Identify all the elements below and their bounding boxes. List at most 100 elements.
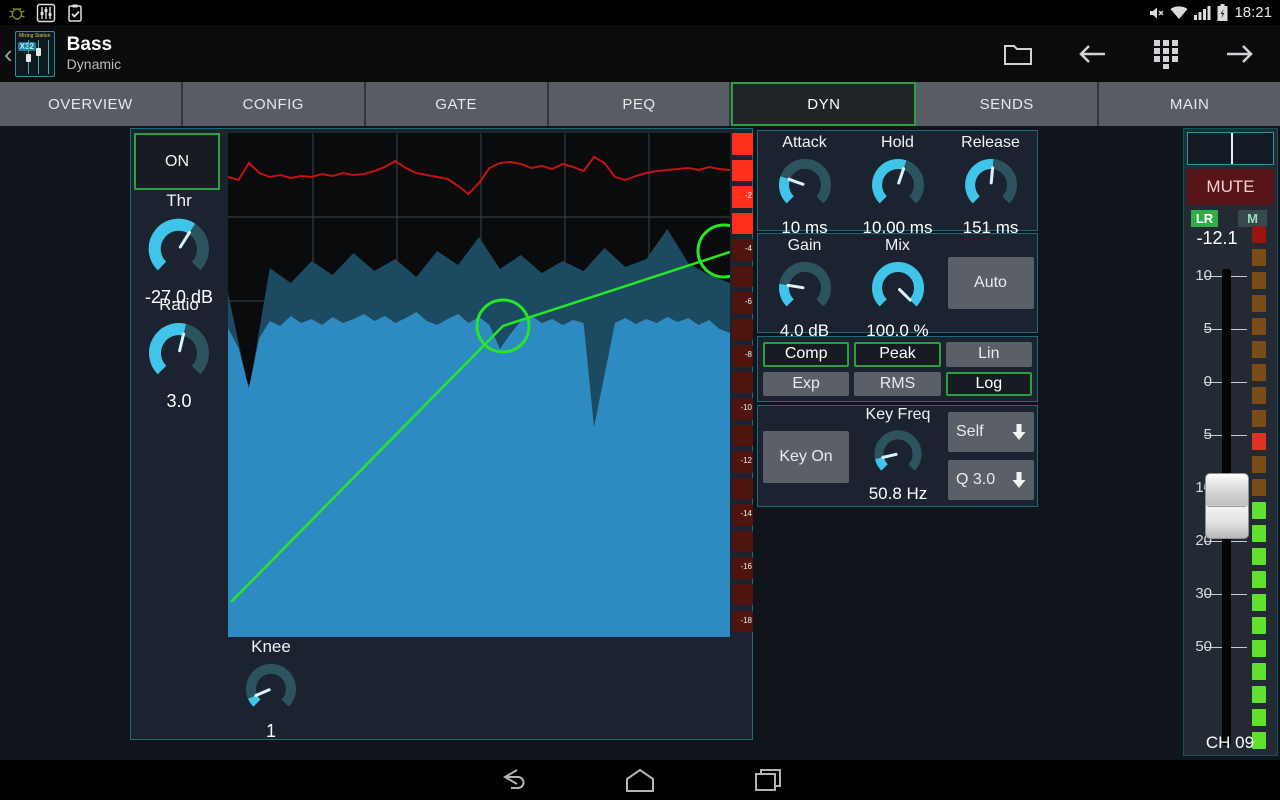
gain-reduction-meter: -2-4-6-8-10-12-14-16-18 bbox=[732, 133, 753, 637]
key-freq-knob[interactable] bbox=[868, 424, 928, 484]
key-section: Key On Key Freq 50.8 Hz Self Q 3.0 bbox=[757, 405, 1038, 507]
level-meter-segment bbox=[1252, 525, 1266, 542]
mode-button-peak[interactable]: Peak bbox=[854, 342, 940, 367]
auto-time-button[interactable]: Auto bbox=[948, 257, 1034, 309]
nav-home-button[interactable] bbox=[623, 764, 657, 796]
knee-value: 1 bbox=[266, 721, 276, 742]
release-knob-block: Release 151 ms bbox=[944, 131, 1037, 230]
gr-meter-segment bbox=[732, 584, 753, 606]
hold-knob[interactable] bbox=[865, 152, 931, 218]
tab-bar: OVERVIEWCONFIGGATEPEQDYNSENDSMAIN bbox=[0, 82, 1280, 126]
ratio-knob[interactable] bbox=[141, 315, 217, 391]
release-knob[interactable] bbox=[958, 152, 1024, 218]
mute-button[interactable]: MUTE bbox=[1187, 169, 1274, 205]
level-meter-segment bbox=[1252, 479, 1266, 496]
app-icon-fader-cap bbox=[26, 54, 31, 62]
app-icon-fader-cap bbox=[36, 48, 41, 56]
mode-button-log[interactable]: Log bbox=[946, 372, 1032, 397]
mono-assign-badge[interactable]: M bbox=[1238, 210, 1267, 227]
hold-label: Hold bbox=[881, 134, 914, 152]
mix-knob[interactable] bbox=[865, 255, 931, 321]
level-meter-segment bbox=[1252, 410, 1266, 427]
tab-gate[interactable]: GATE bbox=[366, 82, 549, 126]
ratio-label: Ratio bbox=[159, 295, 199, 315]
key-on-button[interactable]: Key On bbox=[763, 431, 849, 483]
chevron-down-icon bbox=[1012, 423, 1026, 441]
gr-meter-segment: -8 bbox=[732, 345, 753, 367]
gain-knob[interactable] bbox=[772, 255, 838, 321]
gr-meter-tick-label: -10 bbox=[740, 404, 752, 412]
prev-channel-button[interactable] bbox=[1070, 34, 1114, 74]
clock: 18:21 bbox=[1234, 4, 1272, 21]
tab-sends[interactable]: SENDS bbox=[916, 82, 1099, 126]
mode-button-exp[interactable]: Exp bbox=[763, 372, 849, 397]
attack-knob-block: Attack 10 ms bbox=[758, 131, 851, 230]
app-icon-fader-line bbox=[38, 40, 39, 74]
gr-meter-segment: -2 bbox=[732, 186, 753, 208]
level-meter-segment bbox=[1252, 318, 1266, 335]
channel-fader-strip: MUTE LR M -12.1 1050510203050 CH 09 bbox=[1183, 128, 1278, 756]
release-label: Release bbox=[961, 134, 1020, 152]
mix-knob-block: Mix 100.0 % bbox=[851, 234, 944, 332]
lr-assign-badge[interactable]: LR bbox=[1191, 210, 1218, 227]
level-meter-segment bbox=[1252, 594, 1266, 611]
nav-recents-button[interactable] bbox=[751, 764, 785, 796]
key-q-dropdown[interactable]: Q 3.0 bbox=[948, 460, 1034, 500]
knee-knob[interactable] bbox=[239, 657, 303, 721]
mode-buttons-section: CompPeakLin ExpRMSLog bbox=[757, 336, 1038, 402]
gr-meter-tick-label: -12 bbox=[740, 457, 752, 465]
ratio-knob-block: Ratio 3.0 bbox=[131, 295, 227, 412]
knee-knob-block: Knee 1 bbox=[221, 637, 321, 742]
auto-cell: Auto bbox=[944, 234, 1037, 332]
attack-knob[interactable] bbox=[772, 152, 838, 218]
gain-label: Gain bbox=[788, 237, 822, 255]
ratio-value: 3.0 bbox=[166, 391, 191, 412]
app-icon[interactable]: Mixing Station X32 bbox=[15, 31, 55, 77]
level-meter-segment bbox=[1252, 249, 1266, 266]
gr-meter-segment: -12 bbox=[732, 451, 753, 473]
level-meter-segment bbox=[1252, 341, 1266, 358]
app-icon-fader-line bbox=[48, 40, 49, 74]
dyn-on-button[interactable]: ON bbox=[134, 133, 220, 190]
fader-scale-label: 10 bbox=[1186, 267, 1212, 284]
tab-dyn[interactable]: DYN bbox=[731, 82, 916, 126]
key-source-dropdown[interactable]: Self bbox=[948, 412, 1034, 452]
key-freq-label: Key Freq bbox=[866, 406, 931, 424]
hold-knob-block: Hold 10.00 ms bbox=[851, 131, 944, 230]
gain-mix-section: Gain 4.0 dB Mix 100.0 % Auto bbox=[757, 233, 1038, 333]
key-freq-value: 50.8 Hz bbox=[869, 484, 928, 503]
mode-button-rms[interactable]: RMS bbox=[854, 372, 940, 397]
screen: 18:21 ‹ Mixing Station X32 Bass Dynamic bbox=[0, 0, 1280, 800]
folder-button[interactable] bbox=[996, 34, 1040, 74]
gr-meter-tick-label: -16 bbox=[740, 563, 752, 571]
level-meter-segment bbox=[1252, 387, 1266, 404]
channel-number: CH 09 bbox=[1190, 733, 1270, 753]
tab-peq[interactable]: PEQ bbox=[549, 82, 732, 126]
tab-config[interactable]: CONFIG bbox=[183, 82, 366, 126]
fader-db-value: -12.1 bbox=[1184, 228, 1250, 249]
compressor-graph[interactable] bbox=[228, 133, 730, 637]
key-q-value: Q 3.0 bbox=[956, 471, 995, 489]
signal-icon bbox=[1194, 5, 1211, 20]
channel-title: Bass bbox=[67, 34, 121, 56]
level-meter-segment bbox=[1252, 709, 1266, 726]
pan-control[interactable] bbox=[1187, 132, 1274, 165]
dialpad-button[interactable] bbox=[1144, 34, 1188, 74]
gr-meter-segment: -6 bbox=[732, 292, 753, 314]
fader-handle[interactable] bbox=[1205, 473, 1249, 539]
mode-button-comp[interactable]: Comp bbox=[763, 342, 849, 367]
level-meter-segment bbox=[1252, 663, 1266, 680]
next-channel-button[interactable] bbox=[1218, 34, 1262, 74]
status-bar: 18:21 bbox=[0, 0, 1280, 25]
nav-back-button[interactable] bbox=[495, 764, 529, 796]
key-freq-knob-block: Key Freq 50.8 Hz bbox=[852, 406, 944, 503]
threshold-label: Thr bbox=[166, 191, 192, 211]
page-subtitle: Dynamic bbox=[67, 56, 121, 73]
tab-overview[interactable]: OVERVIEW bbox=[0, 82, 183, 126]
attack-label: Attack bbox=[782, 134, 826, 152]
mode-button-lin[interactable]: Lin bbox=[946, 342, 1032, 367]
threshold-knob[interactable] bbox=[141, 211, 217, 287]
tab-main[interactable]: MAIN bbox=[1099, 82, 1280, 126]
gr-meter-tick-label: -14 bbox=[740, 510, 752, 518]
back-chevron-icon[interactable]: ‹ bbox=[0, 41, 15, 67]
